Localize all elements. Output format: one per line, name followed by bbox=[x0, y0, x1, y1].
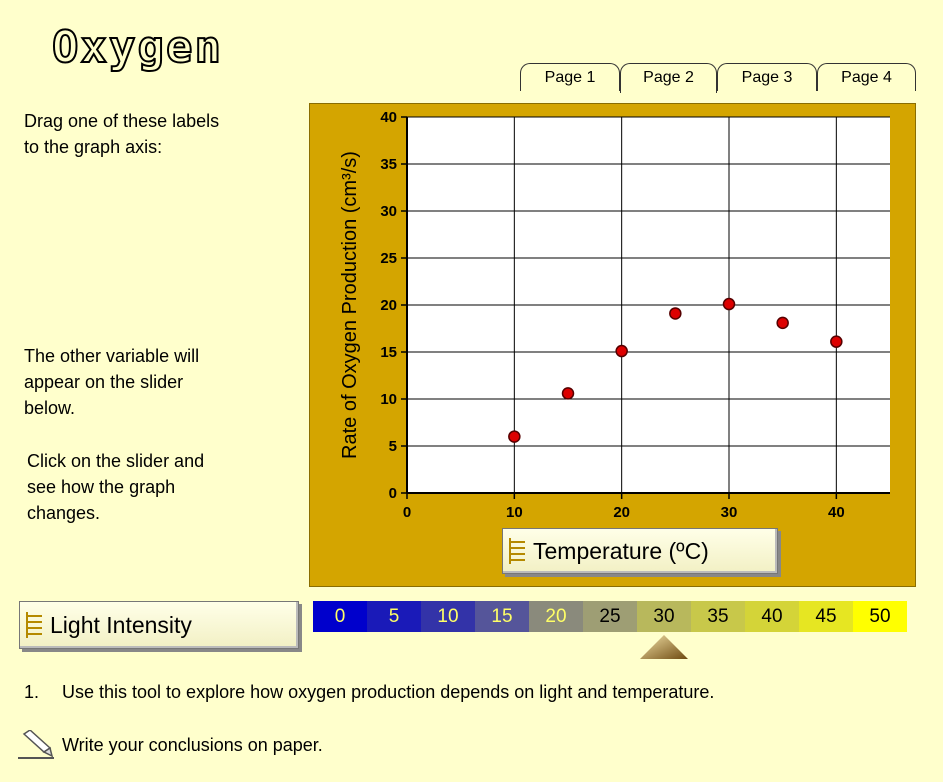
x-tick-label: 0 bbox=[403, 504, 411, 521]
y-tick-label: 25 bbox=[380, 250, 397, 267]
click-instruction: Click on the slider and see how the grap… bbox=[27, 451, 205, 523]
x-tick-label: 10 bbox=[506, 504, 523, 521]
slider-instruction: The other variable will appear on the sl… bbox=[24, 346, 200, 418]
slider-segment[interactable]: 10 bbox=[421, 601, 475, 632]
graph-panel: 0 5 10 15 20 25 30 35 40 0 10 20 30 40 Rate of Oxygen … bbox=[309, 103, 916, 587]
page-tabs: Page 1 Page 2 Page 3 Page 4 bbox=[520, 63, 916, 93]
data-point bbox=[776, 316, 789, 330]
label-light-intensity[interactable]: Light Intensity bbox=[19, 601, 299, 649]
slider-segment[interactable]: 15 bbox=[475, 601, 529, 632]
x-tick-label: 40 bbox=[828, 504, 845, 521]
pencil-icon bbox=[18, 730, 54, 759]
drag-instruction: Drag one of these labels to the graph ax… bbox=[24, 111, 220, 157]
data-point bbox=[722, 297, 736, 311]
y-tick-label: 5 bbox=[389, 438, 397, 455]
slider-segment[interactable]: 0 bbox=[313, 601, 367, 632]
slider-segment[interactable]: 50 bbox=[853, 601, 907, 632]
data-point bbox=[561, 387, 575, 400]
grip-lines-icon bbox=[509, 538, 525, 564]
triangle-pointer-icon[interactable] bbox=[639, 634, 689, 660]
scatter-chart: 0 5 10 15 20 25 30 35 40 0 10 20 30 40 Rate of Oxygen … bbox=[339, 109, 890, 521]
y-axis-title: Rate of Oxygen Production (cm³/s) bbox=[339, 151, 361, 459]
light-intensity-slider[interactable]: 0 5 10 15 20 25 30 35 40 45 50 bbox=[313, 601, 907, 632]
data-point bbox=[669, 307, 682, 320]
x-tick-label: 30 bbox=[721, 504, 738, 521]
grip-lines-icon bbox=[26, 612, 42, 638]
y-tick-label: 30 bbox=[380, 203, 397, 220]
slider-segment[interactable]: 45 bbox=[799, 601, 853, 632]
slider-segment[interactable]: 5 bbox=[367, 601, 421, 632]
y-tick-label: 0 bbox=[389, 485, 397, 502]
data-point bbox=[830, 335, 843, 348]
slider-segment[interactable]: 20 bbox=[529, 601, 583, 632]
tab-page-2[interactable]: Page 2 bbox=[620, 63, 717, 93]
slider-segment[interactable]: 40 bbox=[745, 601, 799, 632]
y-tick-label: 10 bbox=[380, 391, 397, 408]
app-title-logo: Oxygen bbox=[51, 22, 223, 73]
y-tick-label: 35 bbox=[380, 156, 397, 173]
tab-page-1[interactable]: Page 1 bbox=[520, 63, 620, 91]
x-tick-label: 20 bbox=[613, 504, 630, 521]
slider-segment[interactable]: 35 bbox=[691, 601, 745, 632]
y-tick-label: 40 bbox=[380, 109, 397, 126]
data-point bbox=[508, 430, 521, 443]
y-tick-label: 15 bbox=[380, 344, 397, 361]
slider-segment[interactable]: 25 bbox=[583, 601, 637, 632]
tab-page-3[interactable]: Page 3 bbox=[717, 63, 817, 91]
tab-page-4[interactable]: Page 4 bbox=[817, 63, 916, 91]
y-tick-label: 20 bbox=[380, 297, 397, 314]
x-axis-label-temperature[interactable]: Temperature (ºC) bbox=[502, 528, 778, 574]
data-point bbox=[615, 344, 628, 358]
conclusion-note: Write your conclusions on paper. bbox=[18, 730, 323, 760]
slider-segment[interactable]: 30 bbox=[637, 601, 691, 632]
